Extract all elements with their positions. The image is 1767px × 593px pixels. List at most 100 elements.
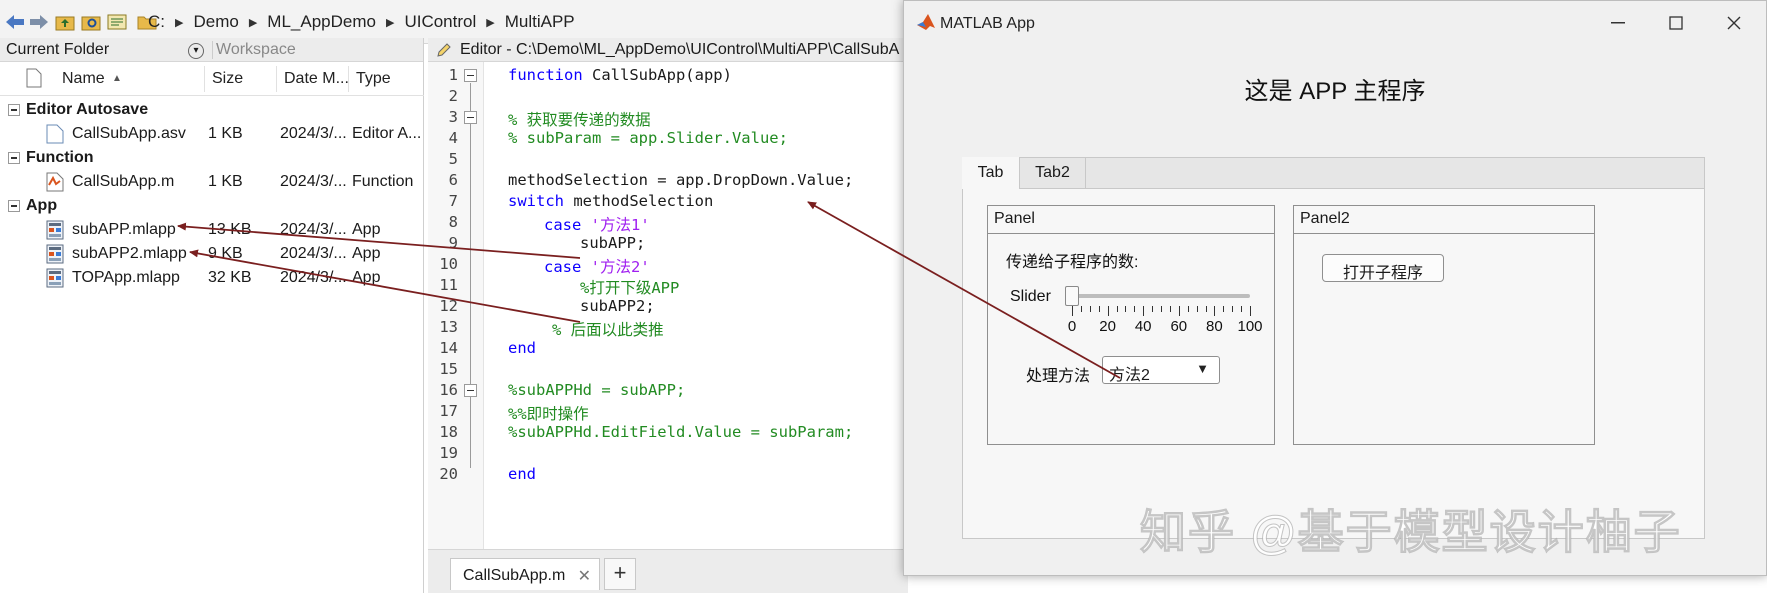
column-divider[interactable] (276, 66, 277, 92)
code-text: subAPP2; (580, 297, 655, 315)
slider-track[interactable] (1072, 294, 1250, 298)
slider[interactable] (1065, 284, 1250, 308)
browse-folder-icon[interactable] (80, 12, 102, 32)
fold-toggle-icon[interactable] (464, 384, 477, 397)
editor-tab-bar: CallSubApp.m ✕ + (428, 549, 908, 593)
mlapp-file-icon (46, 268, 64, 288)
group-header[interactable]: Function (0, 146, 424, 170)
slider-minor-tick (1223, 306, 1225, 312)
back-arrow-icon[interactable] (4, 12, 26, 32)
collapse-icon[interactable] (8, 104, 20, 116)
breadcrumb-item[interactable]: C: (148, 12, 165, 32)
column-header-size[interactable]: Size (212, 70, 243, 88)
slider-thumb[interactable] (1065, 286, 1079, 306)
line-number: 6 (448, 171, 458, 189)
line-number: 19 (439, 444, 458, 462)
find-files-icon[interactable] (106, 12, 128, 32)
list-item[interactable]: CallSubApp.asv 1 KB 2024/3/... Editor A.… (0, 122, 424, 146)
breadcrumb-item[interactable]: MultiAPP (505, 12, 575, 32)
editor-title: Editor - C:\Demo\ML_AppDemo\UIControl\Mu… (460, 41, 900, 58)
file-date: 2024/3/... (280, 245, 347, 262)
fold-toggle-icon[interactable] (464, 69, 477, 82)
close-icon[interactable] (1720, 11, 1748, 35)
window-title: MATLAB App (940, 15, 1035, 32)
line-number: 7 (448, 192, 458, 210)
slider-major-tick (1178, 306, 1180, 316)
add-tab-button[interactable]: + (604, 558, 636, 590)
tab-tab2[interactable]: Tab2 (1020, 157, 1086, 189)
forward-arrow-icon[interactable] (28, 12, 50, 32)
tab-workspace[interactable]: Workspace (216, 41, 296, 59)
column-divider[interactable] (204, 66, 205, 92)
file-size: 1 KB (208, 125, 243, 142)
list-item[interactable]: CallSubApp.m 1 KB 2024/3/... Function (0, 170, 424, 194)
column-header-date[interactable]: Date M... (284, 70, 349, 88)
dropdown-label: 处理方法 (1026, 368, 1091, 385)
breadcrumb-item[interactable]: UIControl (404, 12, 476, 32)
line-number: 12 (439, 297, 458, 315)
slider-major-tick (1143, 306, 1145, 316)
slider-minor-tick (1098, 306, 1100, 312)
code-keyword: case (544, 258, 582, 276)
minimize-icon[interactable] (1604, 11, 1632, 35)
panel-title: Panel2 (1294, 206, 1594, 234)
column-divider[interactable] (348, 66, 349, 92)
code-keyword: case (544, 216, 582, 234)
list-item[interactable]: subAPP2.mlapp 9 KB 2024/3/... App (0, 242, 424, 266)
slider-tick-label: 0 (1067, 318, 1077, 335)
column-header-type[interactable]: Type (356, 70, 391, 88)
slider-label: Slider (1010, 288, 1051, 305)
code-keyword: switch (508, 192, 564, 210)
slider-major-tick (1072, 306, 1073, 316)
code-comment: %打开下级APP (580, 279, 680, 297)
window-title-bar[interactable]: MATLAB App (904, 1, 1766, 45)
up-folder-icon[interactable] (54, 12, 76, 32)
slider-minor-tick (1205, 306, 1207, 312)
code-comment: %%即时操作 (508, 405, 589, 423)
app-heading: 这是 APP 主程序 (1244, 78, 1426, 105)
list-item[interactable]: TOPApp.mlapp 32 KB 2024/3/... App (0, 266, 424, 290)
slider-major-tick (1107, 306, 1109, 316)
code-line: switch methodSelection (508, 192, 713, 210)
folder-panel-tabs: Current Folder ▾ Workspace (0, 38, 423, 62)
collapse-icon[interactable] (8, 200, 20, 212)
code-comment: % 获取要传递的数据 (508, 111, 651, 129)
editor-title-bar: Editor - C:\Demo\ML_AppDemo\UIControl\Mu… (428, 38, 908, 62)
file-type: Function (352, 173, 414, 190)
breadcrumb-item[interactable]: Demo (193, 12, 238, 32)
method-dropdown[interactable]: 方法2 ▼ (1102, 356, 1220, 384)
dropdown-arrow-icon[interactable]: ▼ (1196, 361, 1209, 376)
slider-minor-tick (1187, 306, 1189, 312)
maximize-icon[interactable] (1662, 11, 1690, 35)
matlab-logo-icon (916, 13, 936, 36)
slider-tick-label: 20 (1099, 318, 1116, 335)
slider-tick-label: 80 (1206, 318, 1223, 335)
slider-minor-tick (1169, 306, 1171, 312)
file-name: subAPP.mlapp (72, 221, 176, 238)
code-area[interactable]: 1 2 3 4 5 6 7 8 9 10 11 12 13 14 15 16 1… (428, 62, 908, 549)
group-label: Editor Autosave (26, 101, 149, 118)
group-header[interactable]: App (0, 194, 424, 218)
line-number: 17 (439, 402, 458, 420)
collapse-icon[interactable] (8, 152, 20, 164)
breadcrumb-item[interactable]: ML_AppDemo (267, 12, 376, 32)
open-subprogram-button[interactable]: 打开子程序 (1322, 254, 1444, 282)
tab-tab[interactable]: Tab (962, 157, 1020, 190)
editor-tab-callsubapp[interactable]: CallSubApp.m ✕ (450, 558, 600, 590)
file-type: Editor A... (352, 125, 422, 142)
current-folder-panel: Current Folder ▾ Workspace Name ▲ Size D… (0, 38, 424, 593)
slider-major-tick (1250, 306, 1251, 316)
slider-minor-tick (1116, 306, 1118, 312)
line-number: 5 (448, 150, 458, 168)
panel-title: Panel (988, 206, 1274, 234)
mlapp-file-icon (46, 220, 64, 240)
group-header[interactable]: Editor Autosave (0, 98, 424, 122)
tab-current-folder[interactable]: Current Folder (6, 41, 109, 59)
column-header-name[interactable]: Name (62, 70, 105, 88)
list-item[interactable]: subAPP.mlapp 13 KB 2024/3/... App (0, 218, 424, 242)
fold-toggle-icon[interactable] (464, 111, 477, 124)
line-number: 15 (439, 360, 458, 378)
close-icon[interactable]: ✕ (578, 566, 591, 586)
slider-minor-tick (1232, 306, 1234, 312)
panel-menu-icon[interactable]: ▾ (188, 43, 204, 59)
